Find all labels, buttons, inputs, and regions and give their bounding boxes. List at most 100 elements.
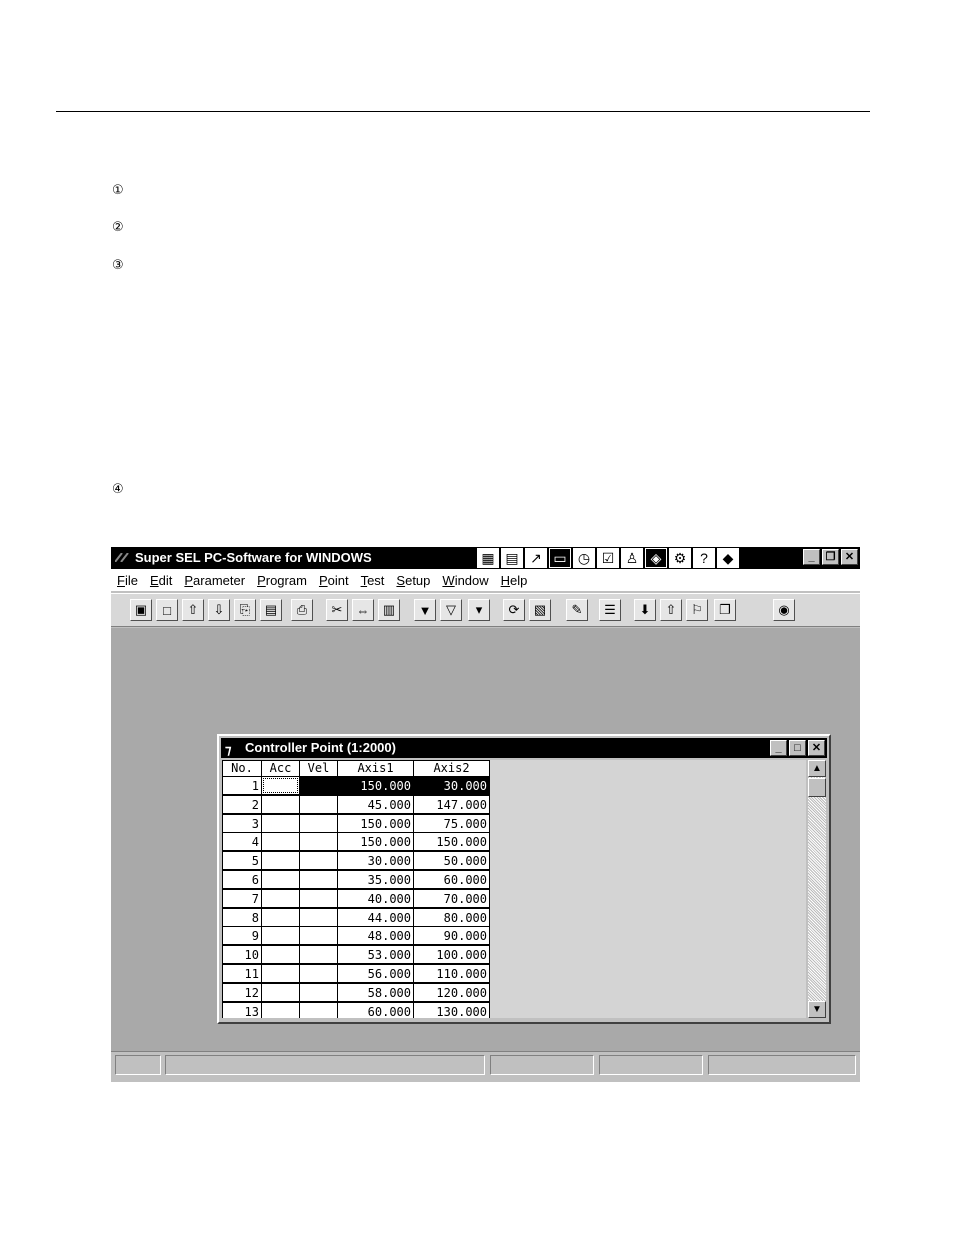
menu-help[interactable]: Help — [495, 573, 534, 588]
cell-acc[interactable] — [261, 926, 300, 946]
cell-axis1[interactable]: 44.000 — [337, 907, 414, 927]
cell-acc[interactable] — [261, 794, 300, 814]
upload-icon[interactable]: ⇧ — [182, 599, 204, 621]
col-header-no[interactable]: No. — [222, 760, 262, 777]
menu-setup[interactable]: Setup — [390, 573, 436, 588]
cell-no[interactable]: 12 — [222, 982, 262, 1002]
cell-axis2[interactable]: 50.000 — [413, 851, 490, 871]
maximize-icon[interactable]: □ — [789, 740, 806, 756]
cell-no[interactable]: 3 — [222, 813, 262, 833]
cell-axis1[interactable]: 150.000 — [337, 832, 414, 852]
clock-icon[interactable]: ◷ — [573, 548, 595, 568]
edit-icon[interactable]: ✎ — [566, 599, 588, 621]
vertical-scrollbar[interactable]: ▲ ▼ — [808, 760, 826, 1018]
cell-acc[interactable] — [261, 945, 300, 965]
scroll-thumb[interactable] — [808, 778, 826, 797]
cell-axis1[interactable]: 35.000 — [337, 870, 414, 889]
cell-vel[interactable] — [299, 945, 338, 965]
menu-file[interactable]: File — [111, 573, 144, 588]
cell-no[interactable]: 6 — [222, 870, 262, 889]
new-file-icon[interactable]: ▣ — [130, 599, 152, 621]
cell-axis2[interactable]: 80.000 — [413, 907, 490, 927]
arrow-down-icon[interactable]: ⬇ — [634, 599, 656, 621]
scroll-up-icon[interactable]: ▲ — [808, 760, 826, 777]
close-icon[interactable]: ✕ — [808, 740, 825, 756]
select-icon[interactable]: ▼ — [414, 599, 436, 621]
cell-axis2[interactable]: 60.000 — [413, 870, 490, 889]
tile-window-icon[interactable]: ▦ — [477, 548, 499, 568]
cell-axis2[interactable]: 110.000 — [413, 964, 490, 983]
transfer-icon[interactable]: ⟳ — [503, 599, 525, 621]
download-icon[interactable]: ⇩ — [208, 599, 230, 621]
cell-no[interactable]: 9 — [222, 926, 262, 946]
cell-axis2[interactable]: 100.000 — [413, 945, 490, 965]
help-icon[interactable]: ? — [693, 548, 715, 568]
scroll-down-icon[interactable]: ▼ — [808, 1001, 826, 1018]
cell-vel[interactable] — [299, 964, 338, 983]
minimize-icon[interactable]: _ — [803, 549, 820, 565]
cell-axis2[interactable]: 120.000 — [413, 982, 490, 1002]
table-row[interactable]: 13 60.000 130.000 — [222, 1001, 490, 1018]
cell-acc[interactable] — [261, 870, 300, 889]
cell-acc[interactable] — [261, 776, 300, 795]
cell-axis1[interactable]: 58.000 — [337, 982, 414, 1002]
window-icon[interactable]: ❐ — [714, 599, 736, 621]
gear-icon[interactable]: ⚙ — [669, 548, 691, 568]
compare-icon[interactable]: ▧ — [529, 599, 551, 621]
cell-acc[interactable] — [261, 964, 300, 983]
flag-icon[interactable]: ⚐ — [686, 599, 708, 621]
cell-vel[interactable] — [299, 832, 338, 852]
cell-vel[interactable] — [299, 794, 338, 814]
cell-vel[interactable] — [299, 888, 338, 908]
menu-edit[interactable]: Edit — [144, 573, 178, 588]
new-window-icon[interactable]: □ — [156, 599, 178, 621]
cell-axis1[interactable]: 53.000 — [337, 945, 414, 965]
cell-no[interactable]: 10 — [222, 945, 262, 965]
cell-vel[interactable] — [299, 851, 338, 871]
person-icon[interactable]: ♙ — [621, 548, 643, 568]
cell-axis1[interactable]: 48.000 — [337, 926, 414, 946]
cell-axis2[interactable]: 75.000 — [413, 813, 490, 833]
cell-no[interactable]: 11 — [222, 964, 262, 983]
cell-axis2[interactable]: 150.000 — [413, 832, 490, 852]
menu-point[interactable]: Point — [313, 573, 355, 588]
cell-axis2[interactable]: 90.000 — [413, 926, 490, 946]
cell-axis2[interactable]: 130.000 — [413, 1001, 490, 1018]
book-icon[interactable]: ◈ — [645, 548, 667, 568]
check-icon[interactable]: ☑ — [597, 548, 619, 568]
table-row[interactable]: 3 150.000 75.000 — [222, 813, 490, 834]
print-icon[interactable]: ⎙ — [291, 599, 313, 621]
cell-axis1[interactable]: 60.000 — [337, 1001, 414, 1018]
cell-no[interactable]: 8 — [222, 907, 262, 927]
cell-vel[interactable] — [299, 870, 338, 889]
cell-axis1[interactable]: 150.000 — [337, 776, 414, 795]
cell-axis2[interactable]: 147.000 — [413, 794, 490, 814]
cell-axis1[interactable]: 56.000 — [337, 964, 414, 983]
menu-test[interactable]: Test — [355, 573, 391, 588]
cell-vel[interactable] — [299, 982, 338, 1002]
restore-icon[interactable]: ❐ — [822, 549, 839, 565]
table-row[interactable]: 10 53.000 100.000 — [222, 945, 490, 965]
table-row[interactable]: 6 35.000 60.000 — [222, 870, 490, 890]
table-row[interactable]: 11 56.000 110.000 — [222, 964, 490, 984]
cell-no[interactable]: 13 — [222, 1001, 262, 1018]
table-row[interactable]: 2 45.000 147.000 — [222, 794, 490, 815]
cell-axis2[interactable]: 70.000 — [413, 888, 490, 908]
cell-vel[interactable] — [299, 813, 338, 833]
table-row[interactable]: 1 150.000 30.000 — [222, 776, 490, 796]
stop-icon[interactable]: ◉ — [773, 599, 795, 621]
cell-vel[interactable] — [299, 926, 338, 946]
cell-acc[interactable] — [261, 907, 300, 927]
document-icon[interactable]: ▤ — [501, 548, 523, 568]
table-row[interactable]: 4 150.000 150.000 — [222, 832, 490, 852]
cell-no[interactable]: 4 — [222, 832, 262, 852]
table-row[interactable]: 12 58.000 120.000 — [222, 982, 490, 1003]
table-row[interactable]: 8 44.000 80.000 — [222, 907, 490, 928]
table-row[interactable]: 9 48.000 90.000 — [222, 926, 490, 946]
cell-no[interactable]: 2 — [222, 794, 262, 814]
select-range-icon[interactable]: ▽ — [440, 599, 462, 621]
cut-icon[interactable]: ✂ — [326, 599, 348, 621]
cell-no[interactable]: 7 — [222, 888, 262, 908]
arrow-up-icon[interactable]: ⇧ — [660, 599, 682, 621]
cell-vel[interactable] — [299, 1001, 338, 1018]
